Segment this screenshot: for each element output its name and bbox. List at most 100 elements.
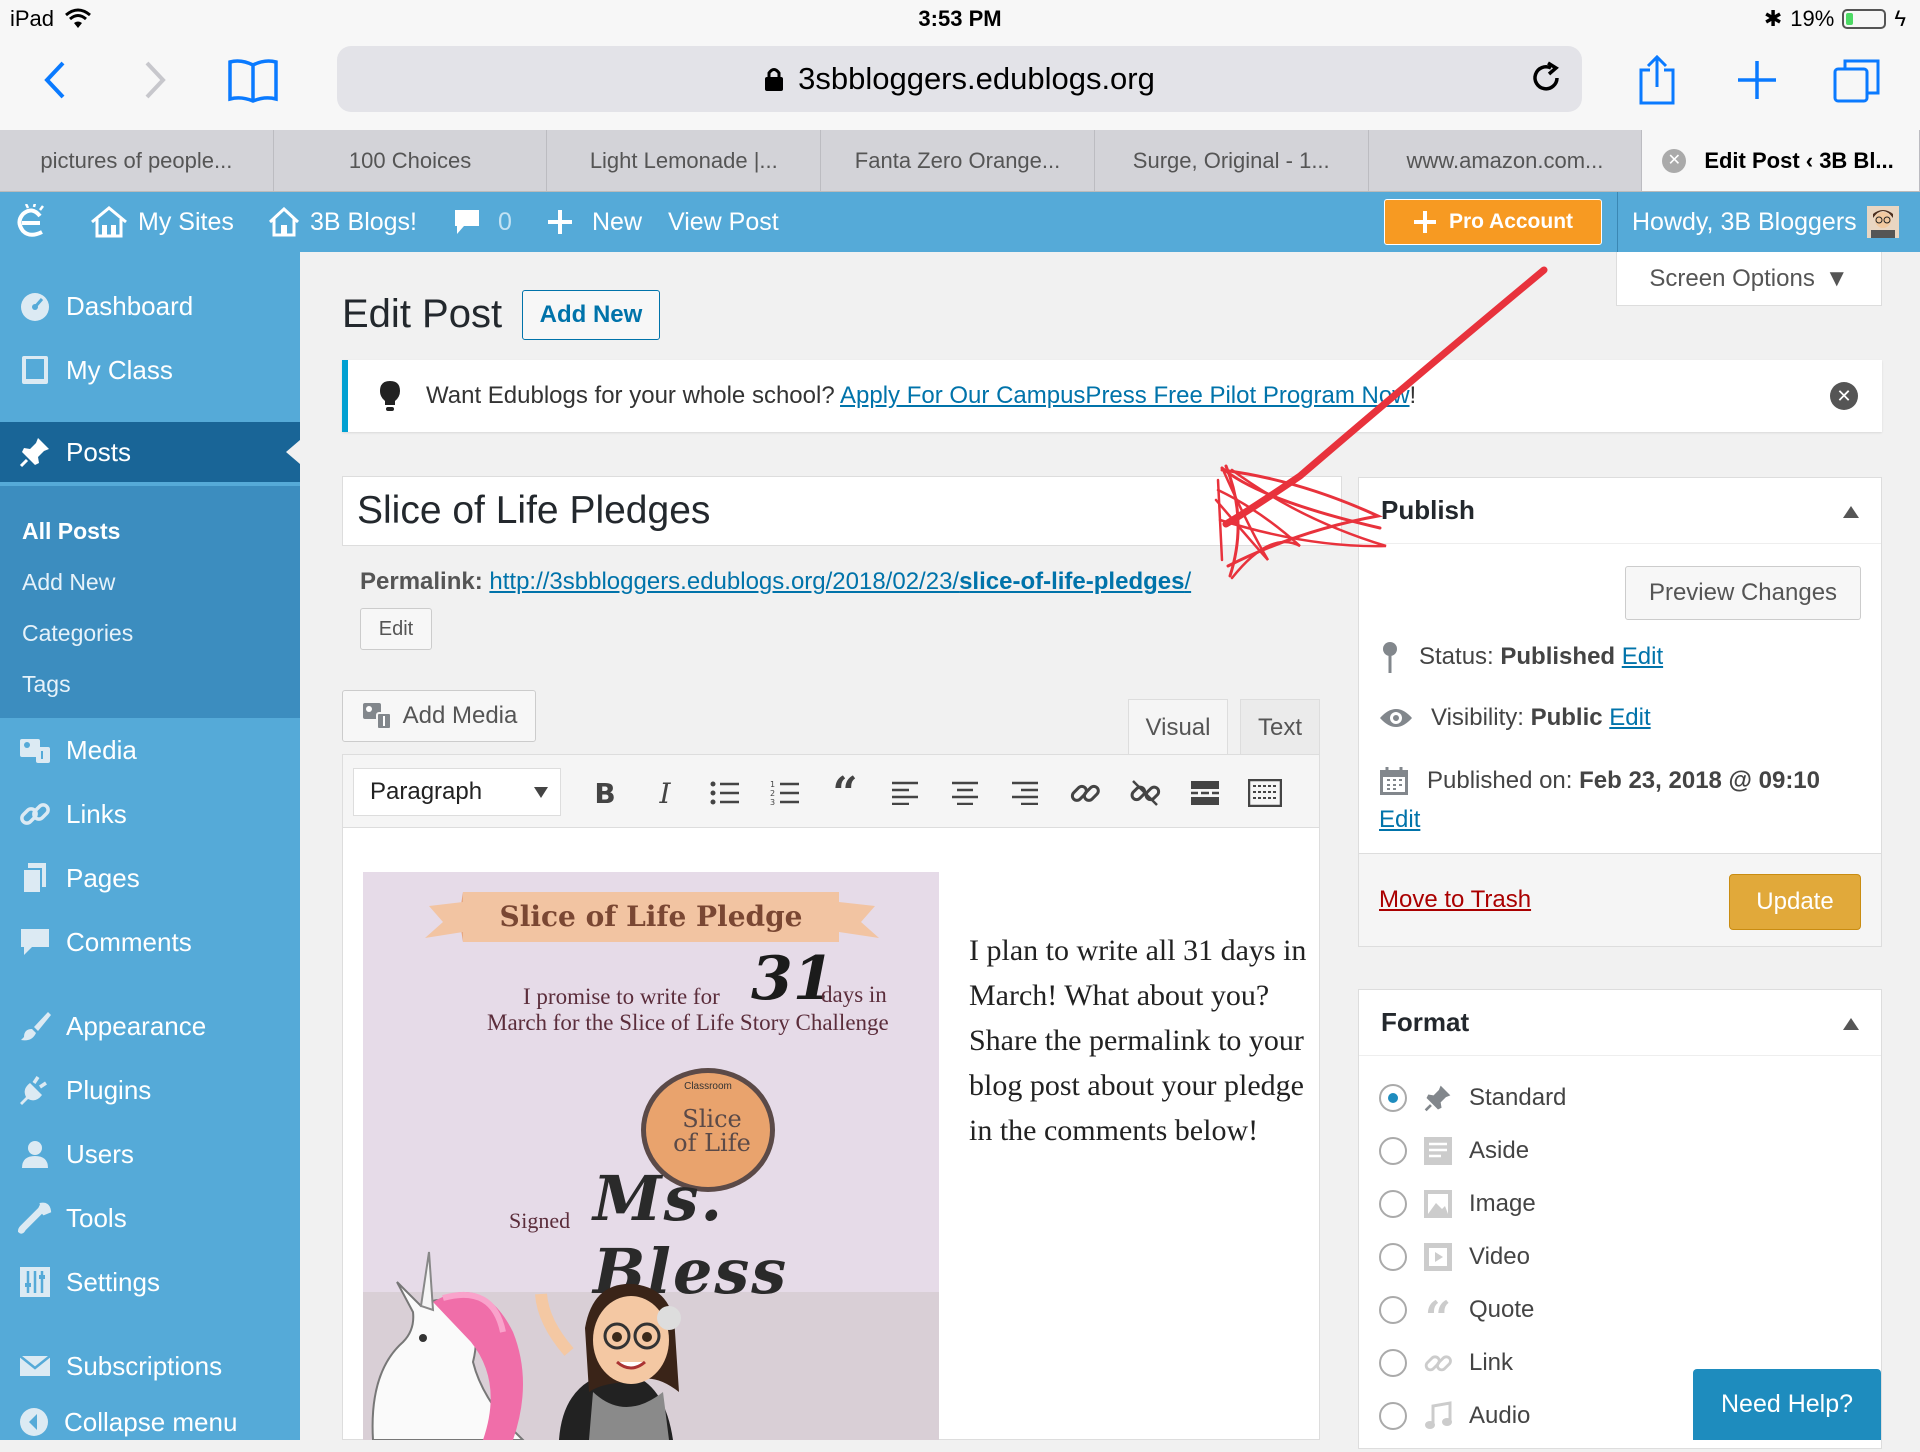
- bold-icon[interactable]: B: [585, 773, 625, 813]
- toolbar-toggle-icon[interactable]: [1245, 773, 1285, 813]
- menu-my-class[interactable]: My Class: [0, 340, 300, 400]
- pro-account-button[interactable]: Pro Account: [1384, 199, 1602, 245]
- edit-visibility-link[interactable]: Edit: [1609, 704, 1650, 731]
- radio-link[interactable]: [1379, 1349, 1407, 1377]
- pledge-image[interactable]: Slice of Life Pledge I promise to write …: [363, 872, 939, 1440]
- dismiss-notice-icon[interactable]: ✕: [1830, 382, 1858, 410]
- menu-posts[interactable]: Posts: [0, 422, 300, 482]
- format-option-quote[interactable]: “ Quote: [1379, 1290, 1534, 1341]
- new-content-menu[interactable]: New: [546, 192, 642, 252]
- insert-link-icon[interactable]: [1065, 773, 1105, 813]
- menu-users[interactable]: Users: [0, 1124, 300, 1184]
- align-left-icon[interactable]: [885, 773, 925, 813]
- radio-image[interactable]: [1379, 1190, 1407, 1218]
- submenu-categories[interactable]: Categories: [22, 620, 133, 647]
- add-new-button[interactable]: Add New: [522, 290, 660, 340]
- editor-body-text[interactable]: I plan to write all 31 days in March! Wh…: [969, 928, 1309, 1153]
- bookmarks-icon[interactable]: [218, 50, 288, 110]
- pilot-program-link[interactable]: Apply For Our CampusPress Free Pilot Pro…: [840, 382, 1410, 409]
- menu-plugins[interactable]: Plugins: [0, 1060, 300, 1120]
- submenu-all-posts[interactable]: All Posts: [22, 518, 120, 545]
- preview-changes-button[interactable]: Preview Changes: [1625, 566, 1861, 620]
- browser-tab[interactable]: Light Lemonade |...: [547, 130, 822, 191]
- menu-settings[interactable]: Settings: [0, 1252, 300, 1312]
- status-row: Status: Published Edit: [1379, 640, 1663, 674]
- menu-label: Media: [66, 734, 137, 765]
- menu-dashboard[interactable]: Dashboard: [0, 276, 300, 336]
- submenu-add-new[interactable]: Add New: [22, 569, 115, 596]
- format-option-standard[interactable]: Standard: [1379, 1078, 1566, 1118]
- browser-tab[interactable]: pictures of people...: [0, 130, 274, 191]
- format-option-image[interactable]: Image: [1379, 1184, 1536, 1224]
- collapse-arrow-icon[interactable]: [1843, 1018, 1859, 1030]
- address-bar[interactable]: 3sbbloggers.edublogs.org: [337, 46, 1582, 112]
- menu-pages[interactable]: Pages: [0, 848, 300, 908]
- user-account-menu[interactable]: Howdy, 3B Bloggers: [1617, 192, 1920, 252]
- radio-quote[interactable]: [1379, 1296, 1407, 1324]
- edit-permalink-button[interactable]: Edit: [360, 608, 432, 650]
- edit-status-link[interactable]: Edit: [1622, 643, 1663, 670]
- browser-tab[interactable]: Fanta Zero Orange...: [821, 130, 1095, 191]
- screen-options-button[interactable]: Screen Options ▼: [1616, 252, 1882, 306]
- format-select[interactable]: Paragraph: [353, 768, 561, 816]
- menu-tools[interactable]: Tools: [0, 1188, 300, 1248]
- edit-date-link[interactable]: Edit: [1379, 806, 1420, 834]
- published-value: Feb 23, 2018 @ 09:10: [1579, 767, 1821, 794]
- move-to-trash-link[interactable]: Move to Trash: [1379, 886, 1531, 914]
- my-sites-menu[interactable]: My Sites: [90, 192, 234, 252]
- reload-icon[interactable]: [1528, 60, 1564, 96]
- svg-text:1: 1: [770, 780, 775, 789]
- numbered-list-icon[interactable]: 123: [765, 773, 805, 813]
- browser-tab[interactable]: 100 Choices: [274, 130, 548, 191]
- menu-subscriptions[interactable]: Subscriptions: [0, 1336, 300, 1396]
- collapse-menu-button[interactable]: Collapse menu: [0, 1392, 300, 1452]
- browser-tab[interactable]: Surge, Original - 1...: [1095, 130, 1369, 191]
- browser-tab[interactable]: www.amazon.com...: [1369, 130, 1643, 191]
- site-name-menu[interactable]: 3B Blogs!: [268, 192, 417, 252]
- permalink-url[interactable]: http://3sbbloggers.edublogs.org/2018/02/…: [489, 568, 1191, 595]
- format-option-link[interactable]: Link: [1379, 1343, 1513, 1383]
- menu-links[interactable]: Links: [0, 784, 300, 844]
- remove-link-icon[interactable]: [1125, 773, 1165, 813]
- need-help-button[interactable]: Need Help?: [1693, 1369, 1881, 1440]
- format-option-audio[interactable]: Audio: [1379, 1396, 1530, 1436]
- menu-media[interactable]: Media: [0, 720, 300, 780]
- edublogs-logo[interactable]: [14, 192, 50, 252]
- new-tab-icon[interactable]: [1722, 50, 1792, 110]
- align-right-icon[interactable]: [1005, 773, 1045, 813]
- menu-appearance[interactable]: Appearance: [0, 996, 300, 1056]
- share-icon[interactable]: [1622, 50, 1692, 110]
- comments-menu[interactable]: 0: [452, 192, 512, 252]
- radio-aside[interactable]: [1379, 1137, 1407, 1165]
- calendar-icon: [1379, 766, 1409, 796]
- submenu-tags[interactable]: Tags: [22, 671, 71, 698]
- tab-text[interactable]: Text: [1240, 699, 1320, 755]
- view-post-link[interactable]: View Post: [668, 192, 779, 252]
- tabs-overview-icon[interactable]: [1822, 50, 1892, 110]
- radio-video[interactable]: [1379, 1243, 1407, 1271]
- back-icon[interactable]: [20, 50, 90, 110]
- user-icon: [18, 1137, 52, 1171]
- italic-icon[interactable]: I: [645, 773, 685, 813]
- update-button[interactable]: Update: [1729, 874, 1861, 930]
- blockquote-icon[interactable]: “: [825, 768, 865, 819]
- bullet-list-icon[interactable]: [705, 773, 745, 813]
- editor-content[interactable]: Slice of Life Pledge I promise to write …: [342, 828, 1320, 1440]
- radio-audio[interactable]: [1379, 1402, 1407, 1430]
- format-header[interactable]: Format: [1359, 990, 1881, 1056]
- collapse-arrow-icon[interactable]: [1843, 506, 1859, 518]
- site-name-label: 3B Blogs!: [310, 207, 418, 236]
- format-option-video[interactable]: Video: [1379, 1237, 1530, 1277]
- close-tab-icon[interactable]: ✕: [1662, 148, 1687, 173]
- browser-tab-active[interactable]: ✕ Edit Post ‹ 3B Bl...: [1642, 130, 1920, 191]
- radio-standard[interactable]: [1379, 1084, 1407, 1112]
- add-media-button[interactable]: Add Media: [342, 690, 536, 742]
- align-center-icon[interactable]: [945, 773, 985, 813]
- post-title-input[interactable]: Slice of Life Pledges: [342, 476, 1342, 546]
- publish-header[interactable]: Publish: [1359, 478, 1881, 544]
- format-option-aside[interactable]: Aside: [1379, 1131, 1529, 1171]
- forward-icon[interactable]: [120, 50, 190, 110]
- read-more-icon[interactable]: [1185, 773, 1225, 813]
- menu-comments[interactable]: Comments: [0, 912, 300, 972]
- tab-visual[interactable]: Visual: [1128, 699, 1228, 755]
